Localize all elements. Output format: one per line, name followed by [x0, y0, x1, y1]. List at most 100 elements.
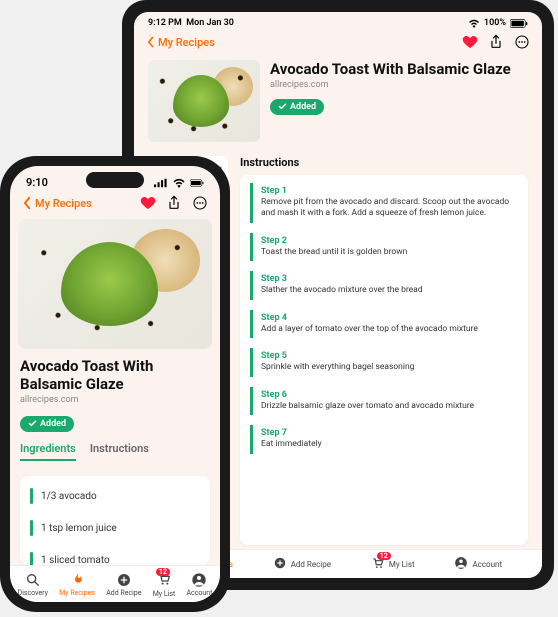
- step-text: Sprinkle with everything bagel seasoning: [261, 362, 518, 373]
- added-label: Added: [290, 102, 316, 112]
- tab-label: My List: [153, 590, 176, 598]
- tab-label: Add Recipe: [291, 560, 331, 569]
- instruction-step: Step 2Toast the bread until it is golden…: [250, 233, 518, 261]
- content-tabs: Ingredients Instructions: [10, 442, 220, 468]
- recipe-image: [148, 60, 260, 142]
- tab-instructions[interactable]: Instructions: [90, 442, 149, 461]
- iphone-device-frame: 9:10 My Recipes Avocado Toast With B: [0, 156, 230, 612]
- step-label: Step 2: [261, 236, 518, 246]
- nav-actions: [462, 34, 530, 50]
- wifi-icon: [468, 19, 480, 28]
- tab-label: My Recipes: [59, 589, 95, 597]
- person-circle-icon: [191, 572, 207, 588]
- iphone-screen: 9:10 My Recipes Avocado Toast With B: [10, 166, 220, 602]
- step-text: Eat immediately: [261, 439, 518, 450]
- instruction-step: Step 4Add a layer of tomato over the top…: [250, 310, 518, 338]
- share-icon[interactable]: [488, 34, 504, 50]
- cart-badge: 12: [156, 568, 170, 576]
- iphone-nav-row: My Recipes: [10, 191, 220, 215]
- recipe-source: allrecipes.com: [270, 80, 511, 90]
- ingredients-card: 1/3 avocado 1 tsp lemon juice 1 sliced t…: [20, 476, 210, 565]
- tab-account[interactable]: Account: [186, 572, 212, 597]
- step-label: Step 1: [261, 186, 518, 196]
- battery-icon: [190, 178, 204, 188]
- tab-account[interactable]: Account: [454, 556, 502, 572]
- tab-my-recipes[interactable]: My Recipes: [59, 572, 95, 597]
- added-badge: Added: [270, 99, 324, 115]
- chevron-left-icon: [146, 36, 156, 48]
- instruction-step: Step 7Eat immediately: [250, 425, 518, 453]
- step-label: Step 4: [261, 313, 518, 323]
- recipe-title: Avocado Toast With Balsamic Glaze: [270, 60, 511, 78]
- ingredient-text: 1/3 avocado: [41, 491, 97, 502]
- back-button[interactable]: My Recipes: [146, 36, 215, 49]
- tab-add-recipe[interactable]: Add Recipe: [273, 556, 331, 572]
- plus-circle-icon: [116, 572, 132, 588]
- recipe-source: allrecipes.com: [10, 393, 220, 413]
- recipe-title-block: Avocado Toast With Balsamic Glaze allrec…: [270, 60, 511, 142]
- tab-label: Discovery: [18, 589, 48, 597]
- more-icon[interactable]: [514, 34, 530, 50]
- cellular-icon: [154, 178, 168, 188]
- chevron-left-icon: [22, 196, 33, 210]
- step-text: Toast the bread until it is golden brown: [261, 247, 518, 258]
- instruction-step: Step 1Remove pit from the avocado and di…: [250, 183, 518, 223]
- instructions-column: Instructions Step 1Remove pit from the a…: [234, 152, 542, 549]
- tab-discovery[interactable]: Discovery: [18, 572, 48, 597]
- ipad-status-bar: 9:12 PM Mon Jan 30 100%: [134, 12, 542, 30]
- cart-badge: 12: [377, 552, 391, 560]
- back-label: My Recipes: [158, 36, 215, 49]
- step-label: Step 3: [261, 274, 518, 284]
- tab-label: My List: [389, 560, 415, 569]
- accent-bar: [30, 552, 33, 565]
- check-icon: [28, 419, 37, 428]
- back-label: My Recipes: [35, 197, 92, 210]
- iphone-body: Avocado Toast With Balsamic Glaze allrec…: [10, 215, 220, 565]
- step-label: Step 5: [261, 351, 518, 361]
- accent-bar: [30, 520, 33, 536]
- added-badge-wrap: Added: [20, 413, 210, 432]
- instruction-step: Step 3Slather the avocado mixture over t…: [250, 271, 518, 299]
- status-time: 9:10: [26, 176, 48, 189]
- ipad-nav-row: My Recipes: [134, 30, 542, 54]
- recipe-title: Avocado Toast With Balsamic Glaze: [10, 357, 220, 393]
- ingredient-row: 1 tsp lemon juice: [20, 512, 210, 544]
- status-battery: 100%: [484, 18, 506, 28]
- tab-label: Add Recipe: [106, 589, 141, 597]
- accent-bar: [30, 488, 33, 504]
- back-button[interactable]: My Recipes: [22, 196, 92, 210]
- tab-my-list[interactable]: 12 My List: [153, 571, 176, 598]
- search-icon: [25, 572, 41, 588]
- nav-actions: [140, 195, 208, 211]
- step-text: Add a layer of tomato over the top of th…: [261, 324, 518, 335]
- tab-label: Account: [472, 560, 502, 569]
- instructions-card: Step 1Remove pit from the avocado and di…: [240, 175, 528, 545]
- added-badge: Added: [20, 416, 74, 432]
- flame-icon: [69, 572, 85, 588]
- added-label: Added: [40, 419, 66, 429]
- ingredient-row: 1 sliced tomato: [20, 544, 210, 565]
- favorite-icon[interactable]: [140, 195, 156, 211]
- status-time: 9:12 PM: [148, 18, 182, 28]
- tab-label: Account: [186, 589, 212, 597]
- step-text: Remove pit from the avocado and discard.…: [261, 197, 518, 220]
- step-text: Slather the avocado mixture over the bre…: [261, 285, 518, 296]
- check-icon: [278, 102, 287, 111]
- battery-icon: [510, 19, 528, 28]
- ingredient-text: 1 sliced tomato: [41, 555, 110, 566]
- wifi-icon: [172, 178, 186, 188]
- favorite-icon[interactable]: [462, 34, 478, 50]
- notch: [86, 172, 144, 188]
- share-icon[interactable]: [166, 195, 182, 211]
- more-icon[interactable]: [192, 195, 208, 211]
- tab-add-recipe[interactable]: Add Recipe: [106, 572, 141, 597]
- tab-ingredients[interactable]: Ingredients: [20, 442, 76, 461]
- plus-circle-icon: [273, 556, 287, 570]
- instruction-step: Step 5Sprinkle with everything bagel sea…: [250, 348, 518, 376]
- tab-my-list[interactable]: 12 My List: [371, 556, 415, 572]
- status-left: 9:12 PM Mon Jan 30: [148, 18, 234, 28]
- instructions-heading: Instructions: [240, 156, 528, 169]
- ingredient-text: 1 tsp lemon juice: [41, 523, 117, 534]
- status-date: Mon Jan 30: [186, 18, 234, 28]
- person-circle-icon: [454, 556, 468, 570]
